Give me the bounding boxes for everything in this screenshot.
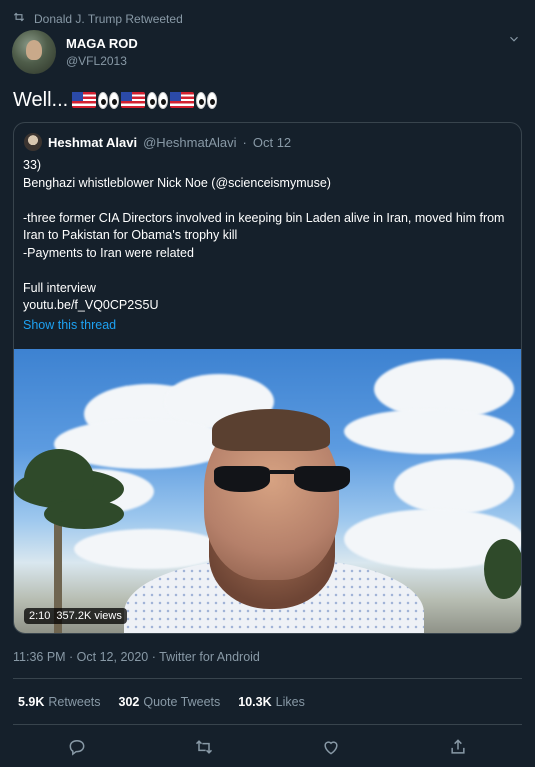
quoted-tweet-header: Heshmat Alavi @HeshmatAlavi · Oct 12 [24,133,291,151]
tweet-timestamp[interactable]: 11:36 PM · Oct 12, 2020 · Twitter for An… [13,650,260,664]
quoted-tweet[interactable]: Heshmat Alavi @HeshmatAlavi · Oct 12 33)… [13,122,522,634]
video-info-badge: 2:10 357.2K views [24,608,127,624]
chevron-down-icon[interactable] [507,32,521,46]
emoji-row [72,91,218,109]
retweet-icon [12,10,26,27]
us-flag-emoji-icon [121,91,146,108]
show-thread-link[interactable]: Show this thread [23,317,513,335]
quoted-display-name[interactable]: Heshmat Alavi [48,135,137,150]
likes-stat[interactable]: 10.3K Likes [238,695,305,709]
video-duration: 2:10 [29,610,51,622]
like-icon[interactable] [321,737,341,757]
quoted-line: -Payments to Iran were related [23,245,194,260]
retweets-stat[interactable]: 5.9K Retweets [18,695,101,709]
us-flag-emoji-icon [170,91,195,108]
tweet-text-content: Well... [13,89,69,111]
quoted-text: 33) Benghazi whistleblower Nick Noe (@sc… [23,157,513,334]
handle[interactable]: @VFL2013 [66,53,138,69]
quoted-line: Full interview [23,280,96,295]
tweet-stats: 5.9K Retweets 302 Quote Tweets 10.3K Likes [18,695,305,709]
quoted-avatar[interactable] [24,133,42,151]
action-bar [0,735,535,759]
quote-tweets-stat[interactable]: 302 Quote Tweets [119,695,221,709]
divider [13,724,522,725]
quoted-date[interactable]: Oct 12 [253,135,291,150]
retweet-icon[interactable] [194,737,214,757]
avatar[interactable] [12,30,56,74]
divider [13,678,522,679]
quoted-link[interactable]: youtu.be/f_VQ0CP2S5U [23,297,513,315]
share-icon[interactable] [448,737,468,757]
retweet-banner-text: Donald J. Trump Retweeted [34,11,183,26]
eyes-emoji-icon [196,91,218,109]
quoted-line: -three former CIA Directors involved in … [23,210,505,243]
quoted-line: 33) [23,158,42,172]
quoted-separator: · [242,134,247,150]
reply-icon[interactable] [67,737,87,757]
author[interactable]: MAGA ROD @VFL2013 [12,30,138,74]
retweet-banner[interactable]: Donald J. Trump Retweeted [12,10,183,27]
eyes-emoji-icon [147,91,169,109]
video-views: 357.2K views [56,610,122,622]
video-player[interactable]: 2:10 357.2K views [14,349,521,633]
tweet-text: Well... [13,88,218,112]
quoted-line: Benghazi whistleblower Nick Noe (@scienc… [23,175,331,190]
us-flag-emoji-icon [72,91,97,108]
eyes-emoji-icon [98,91,120,109]
quoted-handle[interactable]: @HeshmatAlavi [143,135,236,150]
display-name[interactable]: MAGA ROD [66,35,138,53]
